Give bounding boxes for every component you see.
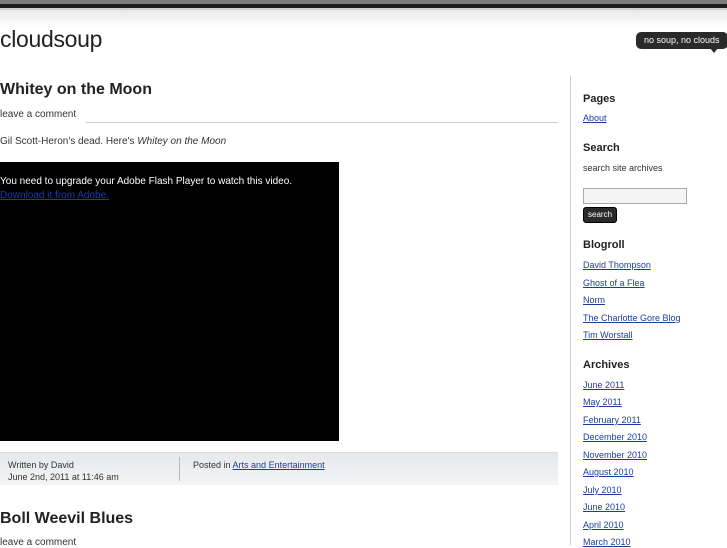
post-meta-category: Posted in Arts and Entertainment xyxy=(193,459,325,471)
post-title-boll-weevil-blues[interactable]: Boll Weevil Blues xyxy=(0,510,133,528)
search-input[interactable] xyxy=(583,188,687,204)
post-meta-author: Written by David June 2nd, 2011 at 11:46… xyxy=(8,459,119,483)
post-date: June 2nd, 2011 at 11:46 am xyxy=(8,472,119,482)
tagline-badge: no soup, no clouds xyxy=(636,32,727,49)
post-author: Written by David xyxy=(8,460,74,470)
page-link-about[interactable]: About xyxy=(583,113,607,123)
archive-link[interactable]: December 2010 xyxy=(583,432,647,442)
top-bar xyxy=(0,0,727,10)
archive-link[interactable]: June 2010 xyxy=(583,502,625,512)
blogroll-link-ghost-of-a-flea[interactable]: Ghost of a Flea xyxy=(583,278,645,288)
archive-link[interactable]: June 2011 xyxy=(583,380,624,390)
search-button[interactable]: search xyxy=(583,207,618,223)
archives-heading: Archives xyxy=(583,359,630,371)
leave-comment-link[interactable]: leave a comment xyxy=(0,109,76,120)
post-text-prefix: Gil Scott-Heron's dead. Here's xyxy=(0,136,138,147)
post-footer: Written by David June 2nd, 2011 at 11:46… xyxy=(0,452,558,485)
archive-link[interactable]: February 2011 xyxy=(583,415,641,425)
leave-comment-link[interactable]: leave a comment xyxy=(0,537,76,548)
search-heading: Search xyxy=(583,142,620,154)
blogroll-link-david-thompson[interactable]: David Thompson xyxy=(583,260,651,270)
blogroll-link-norm[interactable]: Norm xyxy=(583,295,605,305)
sidebar-divider xyxy=(570,76,571,545)
archive-link[interactable]: May 2011 xyxy=(583,397,622,407)
blogroll-link-tim-worstall[interactable]: Tim Worstall xyxy=(583,330,633,340)
archive-link[interactable]: March 2010 xyxy=(583,537,631,547)
post-text: Gil Scott-Heron's dead. Here's Whitey on… xyxy=(0,136,226,147)
top-shade xyxy=(0,10,727,28)
tagline-badge-tail xyxy=(710,48,718,53)
post-title-whitey-on-the-moon[interactable]: Whitey on the Moon xyxy=(0,81,152,99)
pages-heading: Pages xyxy=(583,93,616,105)
search-description: search site archives xyxy=(583,163,663,173)
site-title[interactable]: cloudsoup xyxy=(0,26,102,53)
archive-link[interactable]: August 2010 xyxy=(583,467,634,477)
comment-divider xyxy=(86,122,558,123)
archive-link[interactable]: November 2010 xyxy=(583,450,647,460)
blogroll-heading: Blogroll xyxy=(583,239,625,251)
post-text-title: Whitey on the Moon xyxy=(137,136,227,147)
archive-link[interactable]: April 2010 xyxy=(583,520,624,530)
footer-divider xyxy=(179,457,180,481)
archive-link[interactable]: July 2010 xyxy=(583,485,622,495)
category-link[interactable]: Arts and Entertainment xyxy=(233,460,325,470)
flash-upgrade-message: You need to upgrade your Adobe Flash Pla… xyxy=(0,176,293,187)
blogroll-link-charlotte-gore-blog[interactable]: The Charlotte Gore Blog xyxy=(583,313,681,323)
flash-video-placeholder[interactable]: You need to upgrade your Adobe Flash Pla… xyxy=(0,162,339,441)
download-flash-link[interactable]: Download it from Adobe. xyxy=(0,190,109,201)
posted-in-label: Posted in xyxy=(193,460,231,470)
